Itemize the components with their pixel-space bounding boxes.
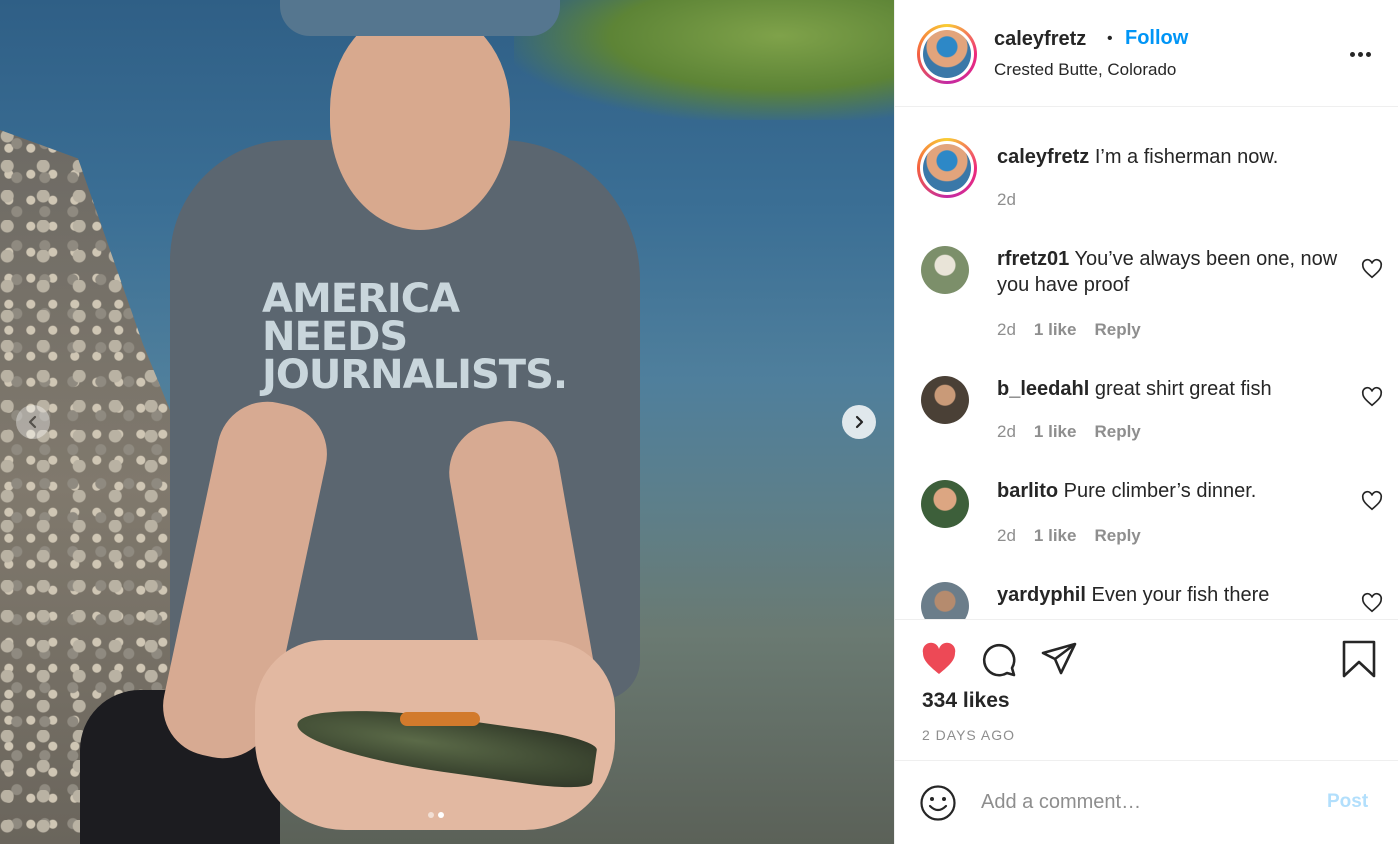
caption-username[interactable]: caleyfretz: [997, 146, 1089, 168]
person-hat: [280, 0, 560, 36]
bookmark-icon[interactable]: [1339, 639, 1379, 679]
comment-text: rfretz01 You’ve always been one, now you…: [997, 246, 1347, 298]
carousel-dot: [428, 812, 434, 818]
heart-icon[interactable]: [1361, 258, 1383, 280]
more-options-icon[interactable]: [1350, 44, 1374, 64]
reply-button[interactable]: Reply: [1094, 526, 1140, 546]
comment-text: yardyphil Even your fish there: [997, 582, 1347, 608]
caption-meta: 2d: [997, 190, 1016, 210]
caption-text: caleyfretz I’m a fisherman now.: [997, 144, 1347, 170]
comment-item: b_leedahl great shirt great fish 2d 1 li…: [895, 358, 1398, 462]
smiley-icon[interactable]: [919, 784, 957, 822]
comments-list[interactable]: caleyfretz I’m a fisherman now. 2d rfret…: [895, 108, 1398, 620]
heart-icon[interactable]: [1361, 490, 1383, 512]
comment-text: barlito Pure climber’s dinner.: [997, 478, 1347, 504]
shirt-line: JOURNALISTS.: [262, 352, 568, 398]
comment-likes[interactable]: 1 like: [1034, 526, 1077, 546]
comment-input[interactable]: [981, 786, 1311, 818]
comment-item: barlito Pure climber’s dinner. 2d 1 like…: [895, 462, 1398, 566]
heart-icon[interactable]: [1361, 592, 1383, 614]
comment-username[interactable]: barlito: [997, 480, 1058, 502]
post-comment-button[interactable]: Post: [1327, 791, 1368, 813]
caption-body: I’m a fisherman now.: [1089, 146, 1279, 168]
grass: [514, 0, 894, 120]
avatar-image: [923, 30, 971, 78]
carousel-next-button[interactable]: [842, 405, 876, 439]
chevron-right-icon: [855, 415, 864, 429]
caption-avatar[interactable]: [917, 138, 977, 198]
author-username[interactable]: caleyfretz: [994, 28, 1086, 51]
carousel-dot-active: [438, 812, 444, 818]
comment-username[interactable]: rfretz01: [997, 248, 1069, 270]
commenter-avatar[interactable]: [921, 376, 969, 424]
post-header: caleyfretz • Follow Crested Butte, Color…: [895, 0, 1398, 107]
reply-button[interactable]: Reply: [1094, 422, 1140, 442]
shirt-line: NEEDS: [262, 314, 408, 360]
avatar-image: [923, 144, 971, 192]
comment-body: great shirt great fish: [1089, 378, 1272, 400]
comment-bubble-icon[interactable]: [979, 639, 1019, 679]
comment-username[interactable]: b_leedahl: [997, 378, 1089, 400]
commenter-avatar[interactable]: [921, 480, 969, 528]
comment-text: b_leedahl great shirt great fish: [997, 376, 1347, 402]
comment-time[interactable]: 2d: [997, 526, 1016, 546]
post-actions: 334 likes 2 DAYS AGO: [895, 621, 1398, 761]
comment-composer: Post: [895, 762, 1398, 844]
caption-time[interactable]: 2d: [997, 190, 1016, 210]
comment-item: yardyphil Even your fish there: [895, 566, 1398, 619]
comment-item: rfretz01 You’ve always been one, now you…: [895, 228, 1398, 358]
post-location[interactable]: Crested Butte, Colorado: [994, 60, 1176, 80]
post-date[interactable]: 2 DAYS AGO: [922, 727, 1015, 743]
comment-username[interactable]: yardyphil: [997, 584, 1086, 606]
comment-meta: 2d 1 like Reply: [997, 422, 1141, 442]
comment-time[interactable]: 2d: [997, 422, 1016, 442]
trout-fin: [400, 712, 480, 726]
comment-body: Pure climber’s dinner.: [1058, 480, 1257, 502]
post-photo: AMERICA NEEDS JOURNALISTS.: [0, 0, 894, 844]
carousel-indicator: [428, 812, 444, 818]
chevron-left-icon: [28, 415, 37, 429]
shirt-print: AMERICA NEEDS JOURNALISTS.: [262, 276, 582, 398]
comment-meta: 2d 1 like Reply: [997, 526, 1141, 546]
comment-meta: 2d 1 like Reply: [997, 320, 1141, 340]
comment-likes[interactable]: 1 like: [1034, 422, 1077, 442]
reply-button[interactable]: Reply: [1094, 320, 1140, 340]
paper-plane-icon[interactable]: [1039, 639, 1079, 679]
separator-dot: •: [1107, 30, 1113, 47]
commenter-avatar[interactable]: [921, 246, 969, 294]
likes-count[interactable]: 334 likes: [922, 689, 1010, 713]
author-avatar[interactable]: [917, 24, 977, 84]
post-sidebar: caleyfretz • Follow Crested Butte, Color…: [894, 0, 1398, 844]
shirt-line: AMERICA: [262, 276, 460, 322]
commenter-avatar[interactable]: [921, 582, 969, 619]
person-head: [330, 10, 510, 230]
heart-icon[interactable]: [919, 639, 959, 679]
comment-body: Even your fish there: [1085, 584, 1270, 606]
follow-button[interactable]: Follow: [1125, 27, 1188, 50]
comment-likes[interactable]: 1 like: [1034, 320, 1077, 340]
post-caption: caleyfretz I’m a fisherman now. 2d: [895, 108, 1398, 228]
comment-time[interactable]: 2d: [997, 320, 1016, 340]
carousel-prev-button[interactable]: [16, 405, 50, 439]
heart-icon[interactable]: [1361, 386, 1383, 408]
